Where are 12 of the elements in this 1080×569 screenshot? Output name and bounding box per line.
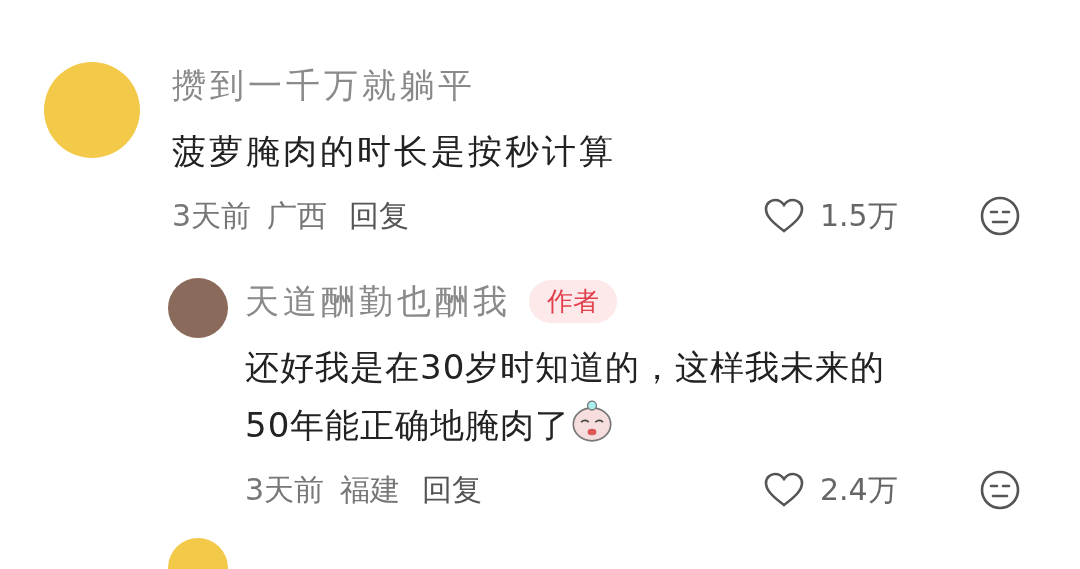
comment-text-line: 50年能正确地腌肉了 [245, 405, 571, 445]
comment-location: 广西 [267, 196, 328, 235]
author-badge: 作者 [529, 279, 617, 323]
comment-text: 菠萝腌肉的时长是按秒计算 [172, 130, 617, 173]
comment-time: 3天前 [245, 470, 325, 509]
reply-link[interactable]: 回复 [422, 469, 483, 511]
comment-text-line: 还好我是在30岁时知道的，这样我未来的 [245, 347, 886, 387]
comment-time: 3天前 [172, 196, 252, 235]
like-count: 1.5万 [820, 196, 899, 235]
reply-link[interactable]: 回复 [349, 195, 410, 237]
comment-location: 福建 [340, 470, 401, 509]
like-count: 2.4万 [820, 470, 899, 509]
